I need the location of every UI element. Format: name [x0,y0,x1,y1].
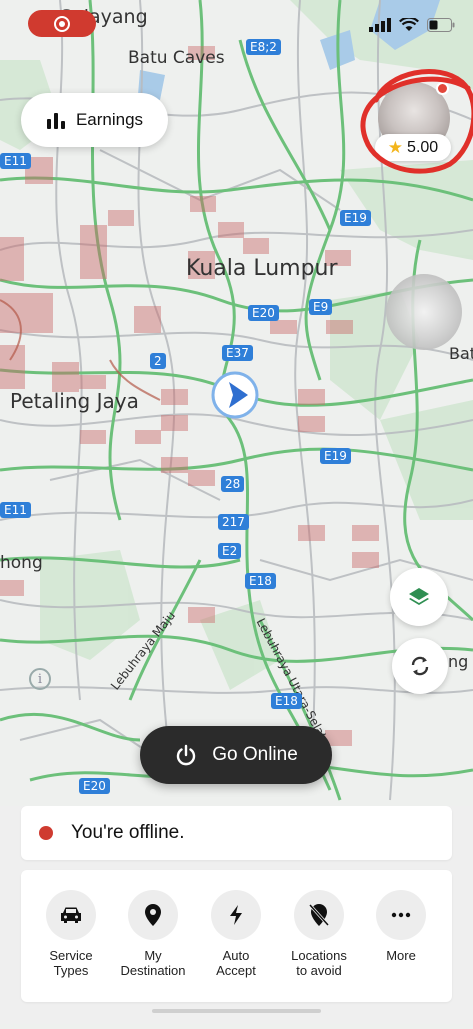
location-pin-icon [128,890,178,940]
earnings-label: Earnings [75,110,144,129]
screen-record-icon [54,15,70,32]
status-card[interactable]: You're offline. [21,806,452,860]
quick-actions: Service Types My Destination Auto Accept… [21,870,452,1002]
map-label-kuala-lumpur: Kuala Lumpur [186,256,338,281]
offline-status-text: You're offline. [71,822,185,843]
info-icon[interactable]: i [29,668,51,690]
map-layers-button[interactable] [390,568,448,626]
go-online-button[interactable]: Go Online [140,726,332,784]
layers-icon [409,588,429,605]
quick-action-auto-accept[interactable]: Auto Accept [196,890,276,978]
highway-shield: E19 [320,448,351,464]
highway-shield: E19 [340,210,371,226]
refresh-icon [411,656,429,676]
touch-indicator [386,274,462,350]
recenter-button[interactable] [392,638,448,694]
highway-shield: E18 [245,573,276,589]
highway-shield: E37 [222,345,253,361]
highway-shield: E2 [218,543,242,559]
highway-shield: E11 [0,153,31,169]
highway-shield: E20 [248,305,279,321]
home-indicator [152,1009,321,1013]
quick-action-label: Locations to avoid [291,948,347,978]
location-off-icon [294,890,344,940]
map-label-partial-left: hong [0,553,43,573]
quick-action-service-types[interactable]: Service Types [31,890,111,978]
quick-action-label: Service Types [49,948,93,978]
map-label-partial-right: Bat [449,344,473,363]
power-icon [177,744,196,766]
map-label-petaling-jaya: Petaling Jaya [10,389,139,413]
offline-status-dot [39,826,53,840]
quick-action-label: My Destination [120,948,186,978]
status-bar [0,0,473,56]
screen-recording-indicator[interactable] [28,10,96,37]
quick-action-label: More [386,948,416,963]
quick-action-locations-to-avoid[interactable]: Locations to avoid [279,890,359,978]
go-online-label: Go Online [212,744,298,765]
car-icon [46,890,96,940]
highway-shield: E9 [309,299,333,315]
bar-chart-icon [46,113,65,129]
map-label-partial-right-lower: ng [448,652,469,671]
highway-shield: 217 [218,514,249,530]
status-icons [369,18,455,32]
annotation-circle [360,69,473,174]
signal-icon [369,18,391,32]
quick-action-label: Auto Accept [216,948,256,978]
battery-icon [427,18,455,32]
lightning-icon [211,890,261,940]
highway-shield: 28 [221,476,245,492]
highway-shield: E11 [0,502,31,518]
highway-shield: 2 [150,353,166,369]
highway-shield: E18 [271,693,302,709]
quick-action-more[interactable]: More [361,890,441,963]
more-dots-icon [376,890,426,940]
wifi-icon [399,18,419,31]
highway-shield: E20 [79,778,110,794]
quick-action-my-destination[interactable]: My Destination [113,890,193,978]
earnings-button[interactable]: Earnings [21,93,168,147]
